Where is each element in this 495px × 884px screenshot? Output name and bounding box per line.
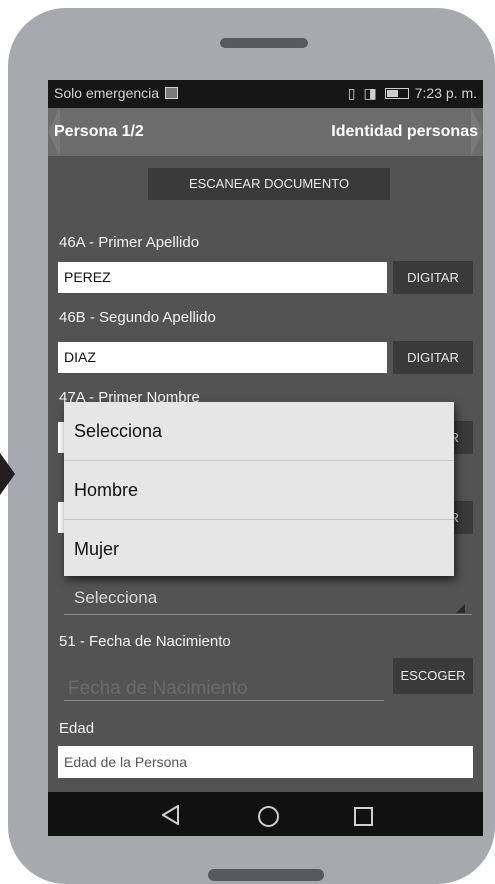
dropdown-option-selecciona[interactable]: Selecciona: [64, 402, 454, 461]
second-surname-field[interactable]: DIAZ: [58, 342, 387, 373]
sex-select-underline: [64, 614, 472, 615]
app-header: Persona 1/2 Identidad personas: [48, 108, 483, 156]
birth-date-escoger-button[interactable]: ESCOGER: [393, 658, 473, 694]
home-icon[interactable]: [258, 806, 279, 827]
age-field[interactable]: Edad de la Persona: [58, 746, 473, 778]
phone-home-bar: [208, 869, 324, 881]
phone-speaker: [220, 38, 308, 48]
first-surname-field[interactable]: PEREZ: [58, 262, 387, 293]
status-bar: Solo emergencia ▯ ◨ 7:23 p. m.: [48, 80, 483, 108]
carrier-text: Solo emergencia: [54, 85, 160, 101]
phone-frame: Solo emergencia ▯ ◨ 7:23 p. m. Persona 1/2…: [8, 8, 495, 884]
birth-date-underline: [64, 700, 384, 701]
recents-icon[interactable]: [354, 807, 373, 826]
page-title: Identidad personas: [331, 123, 478, 140]
birth-date-label: 51 - Fecha de Nacimiento: [59, 633, 231, 650]
birth-date-field[interactable]: Fecha de Nacimiento: [68, 678, 248, 700]
second-surname-label: 46B - Segundo Apellido: [59, 309, 216, 326]
sex-dropdown-popup: Selecciona Hombre Mujer: [64, 402, 454, 576]
sex-select[interactable]: Selecciona: [74, 588, 157, 608]
person-counter: Persona 1/2: [54, 123, 144, 140]
scan-document-button[interactable]: ESCANEAR DOCUMENTO: [148, 168, 390, 200]
back-icon[interactable]: [162, 805, 180, 825]
rotate-icon: ◨: [363, 85, 377, 101]
app-screen: Solo emergencia ▯ ◨ 7:23 p. m. Persona 1/2…: [48, 80, 483, 836]
dropdown-option-hombre[interactable]: Hombre: [64, 461, 454, 520]
first-surname-digitar-button[interactable]: DIGITAR: [393, 261, 473, 294]
sim-icon: [165, 87, 179, 99]
pointer-arrow-icon: [0, 453, 15, 495]
sex-select-corner-icon: [456, 604, 465, 613]
vibrate-icon: ▯: [347, 85, 356, 101]
battery-icon: [384, 88, 409, 99]
status-left: Solo emergencia: [54, 85, 179, 101]
first-surname-label: 46A - Primer Apellido: [59, 234, 200, 251]
android-nav-bar: [48, 792, 483, 836]
status-right: ▯ ◨ 7:23 p. m.: [348, 85, 477, 102]
time-text: 7:23 p. m.: [414, 85, 477, 101]
second-surname-digitar-button[interactable]: DIGITAR: [393, 341, 473, 374]
age-label: Edad: [59, 720, 95, 737]
dropdown-option-mujer[interactable]: Mujer: [64, 520, 454, 578]
